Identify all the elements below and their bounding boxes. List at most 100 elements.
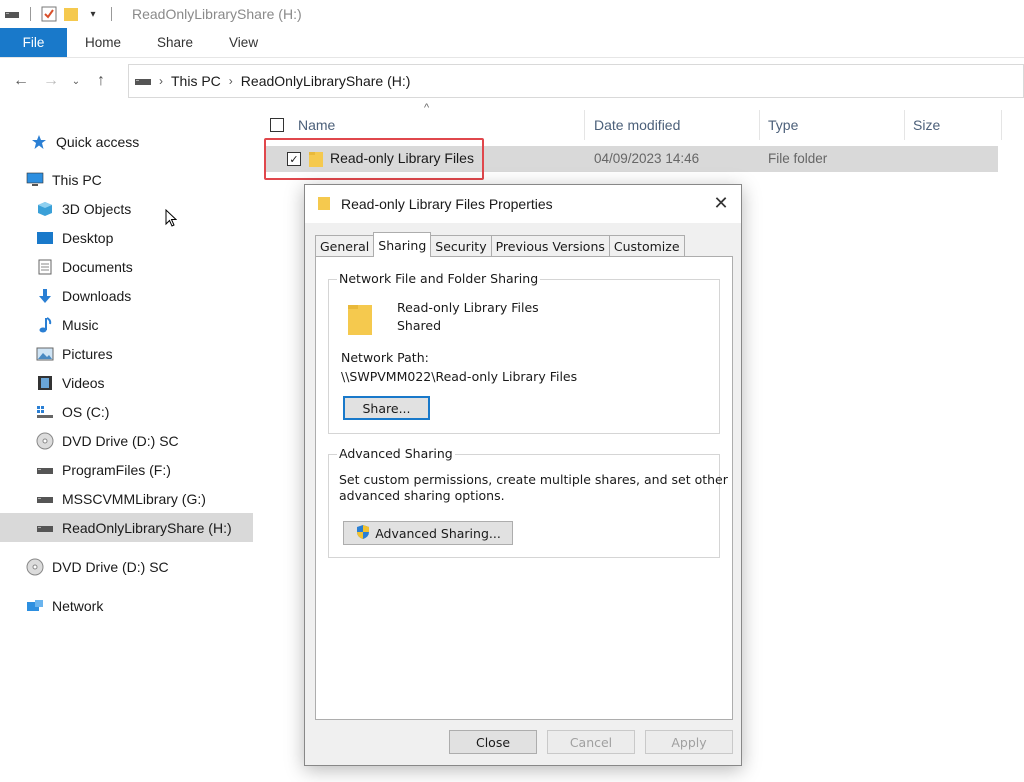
sidebar-item-music[interactable]: Music bbox=[36, 310, 99, 339]
ribbon-tab-home[interactable]: Home bbox=[67, 28, 139, 57]
breadcrumb-chevron-icon[interactable]: › bbox=[159, 74, 163, 88]
sort-ascending-chevron-icon: ^ bbox=[424, 102, 430, 114]
ribbon-tab-view[interactable]: View bbox=[211, 28, 276, 57]
sidebar-item-desktop[interactable]: Desktop bbox=[36, 223, 113, 252]
computer-icon bbox=[26, 171, 44, 189]
sidebar-item-documents[interactable]: Documents bbox=[36, 252, 133, 281]
sidebar-item-dvd-drive-root[interactable]: DVD Drive (D:) SC bbox=[26, 552, 169, 581]
tab-sharing[interactable]: Sharing bbox=[373, 232, 432, 257]
sidebar-item-downloads[interactable]: Downloads bbox=[36, 281, 131, 310]
divider bbox=[111, 7, 112, 21]
cancel-button[interactable]: Cancel bbox=[547, 730, 635, 754]
tab-previous-versions[interactable]: Previous Versions bbox=[490, 235, 610, 257]
column-header-type[interactable]: Type bbox=[768, 110, 798, 140]
download-arrow-icon bbox=[36, 287, 54, 305]
drive-icon bbox=[36, 490, 54, 508]
address-bar[interactable]: › This PC › ReadOnlyLibraryShare (H:) bbox=[128, 64, 1024, 98]
cube-icon bbox=[36, 200, 54, 218]
group-label: Advanced Sharing bbox=[337, 446, 455, 461]
shared-folder-icon bbox=[347, 302, 373, 339]
sidebar-item-this-pc[interactable]: This PC bbox=[26, 165, 102, 194]
share-status: Shared bbox=[397, 318, 442, 333]
advanced-sharing-group: Advanced Sharing Set custom permissions,… bbox=[328, 446, 728, 558]
music-note-icon bbox=[36, 316, 54, 334]
sidebar-item-quick-access[interactable]: Quick access bbox=[30, 127, 139, 156]
sidebar-item-3d-objects[interactable]: 3D Objects bbox=[36, 194, 131, 223]
group-label: Network File and Folder Sharing bbox=[337, 271, 541, 286]
folder-icon bbox=[317, 195, 331, 214]
close-button[interactable]: Close bbox=[449, 730, 537, 754]
tab-general[interactable]: General bbox=[315, 235, 375, 257]
column-divider[interactable] bbox=[904, 110, 905, 140]
sidebar-item-videos[interactable]: Videos bbox=[36, 368, 105, 397]
network-path-label: Network Path: bbox=[341, 350, 429, 365]
column-header-name[interactable]: Name bbox=[270, 110, 335, 140]
drive-icon bbox=[36, 461, 54, 479]
advanced-sharing-description-line-2: advanced sharing options. bbox=[339, 488, 505, 503]
disc-icon bbox=[36, 432, 54, 450]
sidebar-item-network[interactable]: Network bbox=[26, 591, 103, 620]
forward-arrow-icon[interactable]: → bbox=[36, 72, 66, 90]
column-header-date-modified[interactable]: Date modified bbox=[594, 110, 680, 140]
tab-security[interactable]: Security bbox=[430, 235, 492, 257]
network-path-value: \\SWPVMM022\Read-only Library Files bbox=[341, 369, 578, 384]
ribbon: File Home Share View bbox=[0, 28, 1024, 58]
customize-toolbar-dropdown-icon[interactable]: ▾ bbox=[85, 6, 101, 22]
sidebar-item-programfiles-f[interactable]: ProgramFiles (F:) bbox=[36, 455, 171, 484]
breadcrumb-chevron-icon[interactable]: › bbox=[229, 74, 233, 88]
row-type: File folder bbox=[768, 151, 828, 166]
ribbon-tab-share[interactable]: Share bbox=[139, 28, 211, 57]
windows-drive-icon bbox=[36, 403, 54, 421]
divider bbox=[30, 7, 31, 21]
row-date-modified: 04/09/2023 14:46 bbox=[594, 151, 700, 166]
disc-icon bbox=[26, 558, 44, 576]
window-title: ReadOnlyLibraryShare (H:) bbox=[132, 6, 302, 22]
navigation-bar: ← → ⌄ ↑ › This PC › ReadOnlyLibraryShare… bbox=[0, 60, 1024, 102]
advanced-sharing-description-line-1: Set custom permissions, create multiple … bbox=[339, 472, 728, 487]
up-arrow-icon[interactable]: ↑ bbox=[86, 72, 116, 90]
advanced-sharing-button[interactable]: Advanced Sharing... bbox=[343, 521, 513, 545]
sharing-tab-panel: Network File and Folder Sharing Read-onl… bbox=[315, 256, 733, 720]
column-header-size[interactable]: Size bbox=[913, 110, 940, 140]
tab-customize[interactable]: Customize bbox=[608, 235, 685, 257]
drive-icon bbox=[4, 6, 20, 22]
sidebar-item-pictures[interactable]: Pictures bbox=[36, 339, 113, 368]
recent-locations-chevron-icon[interactable]: ⌄ bbox=[66, 76, 86, 87]
annotation-highlight-box bbox=[264, 138, 484, 180]
column-divider[interactable] bbox=[584, 110, 585, 140]
dialog-title-bar: Read-only Library Files Properties bbox=[305, 185, 741, 223]
shared-folder-name: Read-only Library Files bbox=[397, 300, 539, 315]
new-folder-icon[interactable] bbox=[63, 6, 79, 22]
dialog-tabs: General Sharing Security Previous Versio… bbox=[315, 232, 685, 257]
document-icon bbox=[36, 258, 54, 276]
close-icon[interactable]: ✕ bbox=[711, 193, 731, 213]
breadcrumb-current-drive[interactable]: ReadOnlyLibraryShare (H:) bbox=[241, 73, 411, 89]
navigation-pane: Quick access This PC 3D Objects Desktop … bbox=[0, 125, 253, 782]
back-arrow-icon[interactable]: ← bbox=[6, 72, 36, 90]
sidebar-item-readonlylibraryshare-h[interactable]: ReadOnlyLibraryShare (H:) bbox=[0, 513, 253, 542]
picture-icon bbox=[36, 345, 54, 363]
film-icon bbox=[36, 374, 54, 392]
network-sharing-group: Network File and Folder Sharing Read-onl… bbox=[328, 271, 720, 434]
sidebar-item-dvd-drive[interactable]: DVD Drive (D:) SC bbox=[36, 426, 179, 455]
mouse-cursor-icon bbox=[165, 208, 178, 230]
sidebar-item-msscvmmlibrary-g[interactable]: MSSCVMMLibrary (G:) bbox=[36, 484, 206, 513]
sidebar-item-os-c[interactable]: OS (C:) bbox=[36, 397, 109, 426]
properties-checklist-icon[interactable] bbox=[41, 6, 57, 22]
desktop-icon bbox=[36, 229, 54, 247]
drive-icon bbox=[135, 73, 151, 89]
column-divider[interactable] bbox=[759, 110, 760, 140]
uac-shield-icon bbox=[355, 524, 371, 543]
properties-dialog: Read-only Library Files Properties ✕ Gen… bbox=[304, 184, 742, 766]
ribbon-tab-file[interactable]: File bbox=[0, 28, 67, 57]
star-icon bbox=[30, 133, 48, 151]
dialog-title: Read-only Library Files Properties bbox=[341, 196, 553, 212]
select-all-checkbox[interactable] bbox=[270, 118, 284, 132]
title-bar: ▾ ReadOnlyLibraryShare (H:) bbox=[0, 0, 1024, 28]
breadcrumb-this-pc[interactable]: This PC bbox=[171, 73, 221, 89]
drive-icon bbox=[36, 519, 54, 537]
share-button[interactable]: Share... bbox=[343, 396, 430, 420]
apply-button[interactable]: Apply bbox=[645, 730, 733, 754]
network-icon bbox=[26, 597, 44, 615]
column-divider[interactable] bbox=[1001, 110, 1002, 140]
